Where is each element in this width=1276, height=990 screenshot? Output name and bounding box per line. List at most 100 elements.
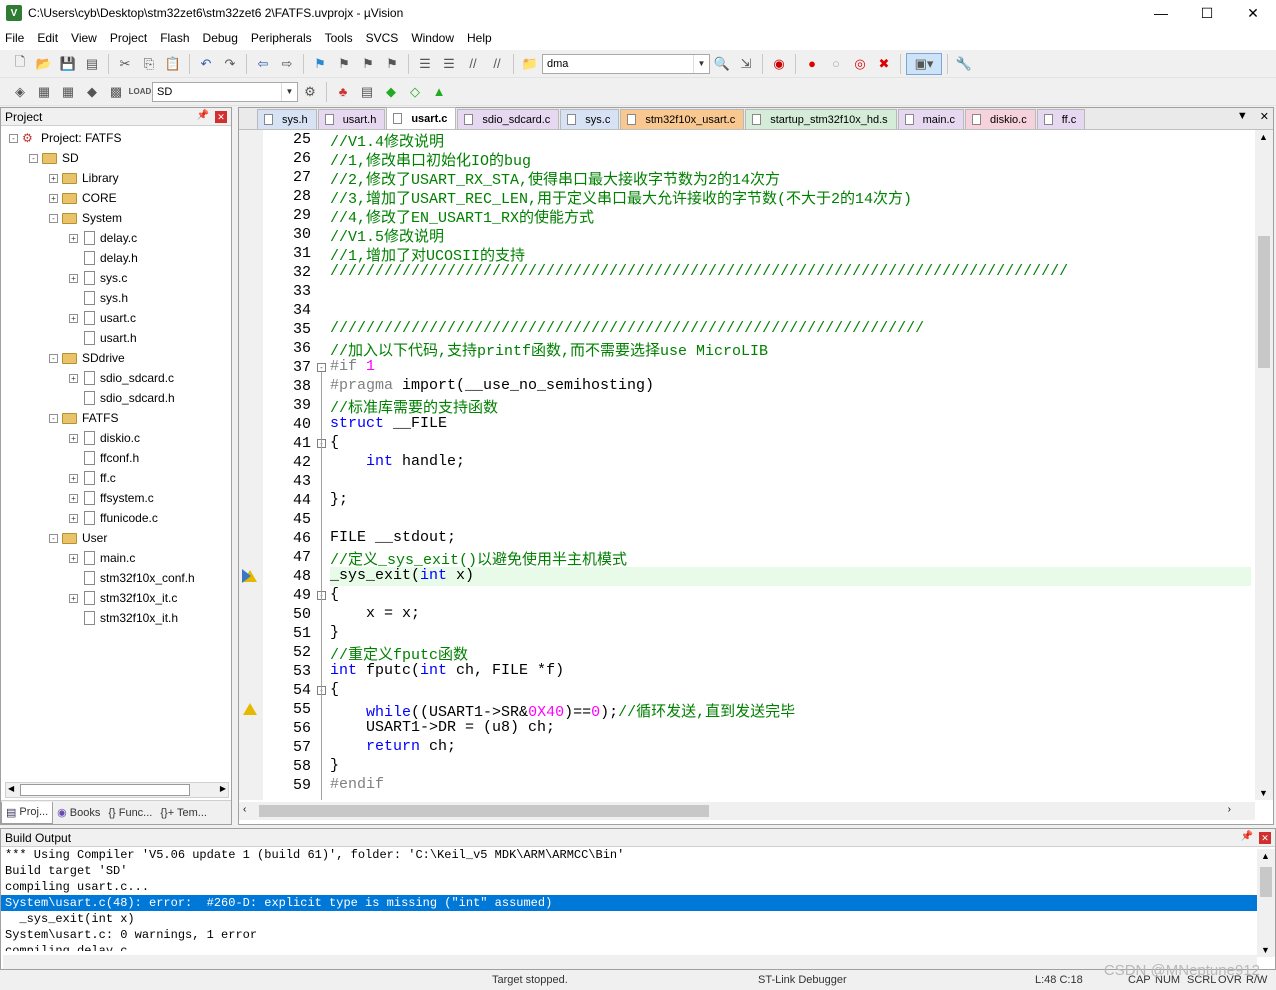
cut-icon[interactable]: ✂: [114, 53, 136, 75]
tree-item[interactable]: - SD: [1, 148, 231, 168]
tree-item[interactable]: + ffunicode.c: [1, 508, 231, 528]
translate-icon[interactable]: ◈: [9, 81, 31, 103]
chevron-down-icon[interactable]: ▼: [693, 54, 709, 73]
project-horizontal-scrollbar[interactable]: ◀ ▶: [5, 782, 229, 798]
code-line[interactable]: [239, 491, 1251, 510]
expand-icon[interactable]: +: [69, 273, 78, 283]
expand-icon[interactable]: +: [69, 593, 78, 603]
code-line[interactable]: [239, 472, 1251, 491]
scrollbar-thumb[interactable]: [20, 784, 190, 796]
collapse-icon[interactable]: -: [49, 353, 58, 363]
target-combo[interactable]: SD ▼: [152, 81, 298, 102]
tab-functions[interactable]: {} Func...: [104, 802, 156, 824]
build-line[interactable]: *** Using Compiler 'V5.06 update 1 (buil…: [1, 847, 1257, 863]
bookmark-toggle-icon[interactable]: ⚑: [309, 53, 331, 75]
collapse-icon[interactable]: -: [29, 153, 38, 163]
copy-icon[interactable]: ⎘: [138, 53, 160, 75]
menu-edit[interactable]: Edit: [32, 31, 63, 45]
tree-item[interactable]: + Library: [1, 168, 231, 188]
find-icon[interactable]: 🔍: [711, 53, 733, 75]
tab-books[interactable]: ◉ Books: [53, 802, 104, 824]
build-icon[interactable]: ▦: [33, 81, 55, 103]
expand-icon[interactable]: +: [69, 493, 78, 503]
tree-item[interactable]: sdio_sdcard.h: [1, 388, 231, 408]
close-icon[interactable]: ✕: [215, 111, 227, 123]
find-in-files-icon[interactable]: 📁: [519, 53, 541, 75]
tree-item[interactable]: + sdio_sdcard.c: [1, 368, 231, 388]
expand-icon[interactable]: +: [69, 313, 78, 323]
editor-horizontal-scrollbar[interactable]: ‹ ›: [239, 802, 1255, 820]
code-line[interactable]: [239, 358, 1251, 377]
expand-icon[interactable]: +: [49, 173, 58, 183]
scrollbar-thumb[interactable]: [1258, 236, 1270, 368]
save-icon[interactable]: 💾: [57, 53, 79, 75]
build-vertical-scrollbar[interactable]: ▲ ▼: [1257, 849, 1275, 957]
menu-file[interactable]: File: [0, 31, 29, 45]
tab-usart-h[interactable]: usart.h: [317, 109, 386, 129]
tree-item[interactable]: + stm32f10x_it.c: [1, 588, 231, 608]
tree-item[interactable]: usart.h: [1, 328, 231, 348]
replace-icon[interactable]: ⇲: [735, 53, 757, 75]
scrollbar-thumb[interactable]: [259, 805, 709, 817]
menu-flash[interactable]: Flash: [155, 31, 194, 45]
menu-project[interactable]: Project: [105, 31, 152, 45]
pin-icon[interactable]: 📌: [1241, 831, 1253, 842]
tab-diskio-c[interactable]: diskio.c: [965, 109, 1036, 129]
redo-icon[interactable]: ↷: [219, 53, 241, 75]
tree-item[interactable]: + usart.c: [1, 308, 231, 328]
uncomment-icon[interactable]: //: [486, 53, 508, 75]
target-options-icon[interactable]: ⚙: [299, 81, 321, 103]
debug-session-icon[interactable]: ◉: [768, 53, 790, 75]
chevron-down-icon[interactable]: ▼: [281, 82, 297, 101]
menu-view[interactable]: View: [66, 31, 102, 45]
code-editor[interactable]: ▲ ▼ 25 //V1.4修改说明 26 //1,修改串口初始化IO的bug 27 //2…: [239, 130, 1273, 800]
tab-templates[interactable]: {}+ Tem...: [156, 802, 211, 824]
menu-svcs[interactable]: SVCS: [361, 31, 404, 45]
tab-usart-c[interactable]: usart.c: [386, 107, 457, 129]
tree-item[interactable]: - SDdrive: [1, 348, 231, 368]
nav-back-icon[interactable]: ⇦: [252, 53, 274, 75]
code-line[interactable]: [239, 434, 1251, 453]
new-file-icon[interactable]: 🗋: [9, 53, 31, 75]
code-line[interactable]: [239, 624, 1251, 643]
menu-peripherals[interactable]: Peripherals: [246, 31, 317, 45]
breakpoint-disable-icon[interactable]: ○: [825, 53, 847, 75]
pin-icon[interactable]: 📌: [197, 110, 209, 121]
build-line[interactable]: System\usart.c: 0 warnings, 1 error: [1, 927, 1257, 943]
code-line[interactable]: [239, 282, 1251, 301]
code-line[interactable]: [239, 510, 1251, 529]
tab-sys-c[interactable]: sys.c: [560, 109, 620, 129]
download-icon[interactable]: LOAD: [129, 81, 152, 103]
breakpoint-insert-icon[interactable]: ●: [801, 53, 823, 75]
expand-icon[interactable]: +: [49, 193, 58, 203]
tree-item[interactable]: + sys.c: [1, 268, 231, 288]
tab-main-c[interactable]: main.c: [897, 109, 965, 129]
expand-icon[interactable]: +: [69, 433, 78, 443]
breakpoint-disable-all-icon[interactable]: ◎: [849, 53, 871, 75]
menu-help[interactable]: Help: [462, 31, 497, 45]
build-line[interactable]: compiling delay.c...: [1, 943, 1257, 951]
menu-window[interactable]: Window: [406, 31, 459, 45]
rebuild-icon[interactable]: ▦: [57, 81, 79, 103]
fold-collapse-icon[interactable]: -: [317, 363, 326, 372]
tree-item[interactable]: + delay.c: [1, 228, 231, 248]
comment-icon[interactable]: //: [462, 53, 484, 75]
editor-vertical-scrollbar[interactable]: ▲ ▼: [1255, 130, 1273, 800]
paste-icon[interactable]: 📋: [162, 53, 184, 75]
code-line[interactable]: [239, 776, 1251, 795]
tree-item[interactable]: + CORE: [1, 188, 231, 208]
manage-rte-icon[interactable]: ◆: [380, 81, 402, 103]
tab-list-icon[interactable]: ▼: [1237, 110, 1248, 123]
select-packs-icon[interactable]: ▲: [428, 81, 450, 103]
code-line[interactable]: [239, 301, 1251, 320]
code-line[interactable]: [239, 757, 1251, 776]
undo-icon[interactable]: ↶: [195, 53, 217, 75]
tab-project[interactable]: ▤ Proj...: [1, 801, 54, 824]
file-extensions-icon[interactable]: ▤: [356, 81, 378, 103]
unindent-icon[interactable]: ☰: [438, 53, 460, 75]
scrollbar-thumb[interactable]: [1260, 867, 1272, 897]
build-horizontal-scrollbar[interactable]: [3, 955, 1257, 969]
tree-item[interactable]: + ff.c: [1, 468, 231, 488]
manage-project-icon[interactable]: ♣: [332, 81, 354, 103]
build-line[interactable]: compiling usart.c...: [1, 879, 1257, 895]
